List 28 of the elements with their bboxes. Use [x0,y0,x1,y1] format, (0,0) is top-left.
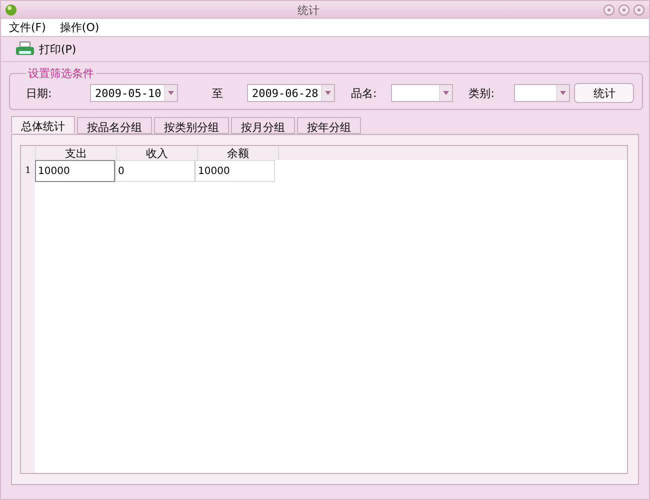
date-from-field[interactable]: 2009-05-10 [90,84,178,102]
field-label: 至 [212,86,223,100]
field-label: 类别: [468,86,494,100]
category-dropdown[interactable] [514,84,570,102]
tab[interactable]: 按类别分组 [154,117,229,134]
printer-icon [15,41,35,57]
print-button[interactable]: 打印(P) [13,41,78,57]
column-header[interactable]: 支出 [36,146,117,160]
app-logo-icon [5,4,17,16]
product-name-dropdown[interactable] [390,84,453,102]
group-title: 设置筛选条件 [27,66,95,81]
date-to-field[interactable]: 2009-06-28 [247,84,335,102]
tab[interactable]: 总体统计 [11,116,75,133]
statistics-button[interactable]: 统计 [574,83,634,103]
field-label: 品名: [351,86,377,100]
menu-item[interactable]: 文件(F) [9,20,46,35]
row-number: 1 [21,160,35,182]
field-label: 日期: [26,86,53,100]
table-cell[interactable]: 10000 [195,160,275,182]
tab[interactable]: 按品名分组 [77,117,152,134]
menu-item[interactable]: 操作(O) [60,20,100,35]
window-title: 统计 [296,2,320,18]
tab[interactable]: 按月分组 [231,117,295,134]
table-cell[interactable]: 10000 [35,160,115,182]
column-header[interactable]: 收入 [117,146,198,160]
column-header[interactable]: 余额 [198,146,279,160]
tab[interactable]: 按年分组 [297,117,361,134]
table-cell[interactable]: 0 [115,160,195,182]
